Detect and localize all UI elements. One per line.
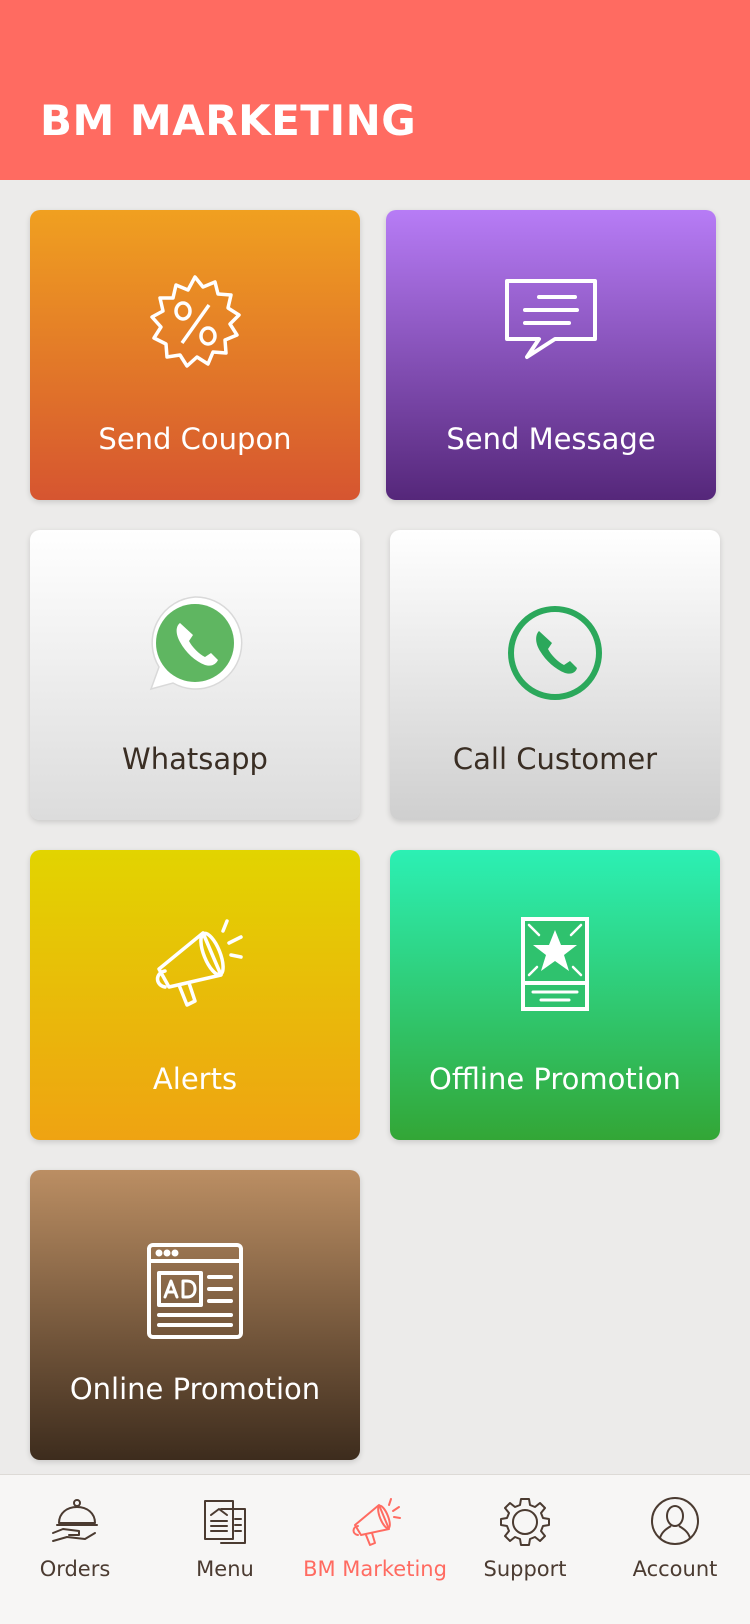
tile-label: Online Promotion [69, 1372, 321, 1406]
cloche-icon [49, 1495, 101, 1547]
coupon-badge-icon [140, 268, 250, 378]
tile-label: Send Coupon [98, 422, 292, 456]
app-header: BM MARKETING [0, 0, 750, 180]
tile-label: Call Customer [452, 742, 658, 776]
tile-label: Send Message [446, 422, 656, 456]
message-bubble-icon [496, 268, 606, 378]
alerts-tile[interactable]: Alerts [30, 850, 360, 1140]
nav-support[interactable]: Support [450, 1475, 600, 1624]
nav-bm-marketing[interactable]: BM Marketing [300, 1475, 450, 1624]
page-title: BM MARKETING [40, 96, 417, 145]
nav-orders[interactable]: Orders [0, 1475, 150, 1624]
ad-browser-icon [140, 1236, 250, 1346]
tile-label: Whatsapp [122, 742, 268, 776]
nav-label: BM Marketing [303, 1557, 447, 1581]
menu-book-icon [199, 1495, 251, 1547]
star-poster-icon [500, 908, 610, 1018]
online-promotion-tile[interactable]: Online Promotion [30, 1170, 360, 1460]
gear-icon [499, 1495, 551, 1547]
nav-label: Orders [39, 1557, 111, 1581]
nav-menu[interactable]: Menu [150, 1475, 300, 1624]
send-coupon-tile[interactable]: Send Coupon [30, 210, 360, 500]
megaphone-icon [349, 1495, 401, 1547]
megaphone-icon [140, 908, 250, 1018]
nav-account[interactable]: Account [600, 1475, 750, 1624]
nav-label: Menu [196, 1557, 254, 1581]
nav-label: Account [632, 1557, 718, 1581]
tile-label: Offline Promotion [429, 1062, 681, 1096]
user-icon [649, 1495, 701, 1547]
nav-label: Support [483, 1557, 567, 1581]
call-customer-tile[interactable]: Call Customer [390, 530, 720, 820]
whatsapp-tile[interactable]: Whatsapp [30, 530, 360, 820]
whatsapp-icon [140, 588, 250, 698]
offline-promotion-tile[interactable]: Offline Promotion [390, 850, 720, 1140]
tile-label: Alerts [152, 1062, 238, 1096]
phone-icon [500, 598, 610, 708]
send-message-tile[interactable]: Send Message [386, 210, 716, 500]
bottom-nav: Orders Menu BM Marketing Support Account [0, 1474, 750, 1624]
